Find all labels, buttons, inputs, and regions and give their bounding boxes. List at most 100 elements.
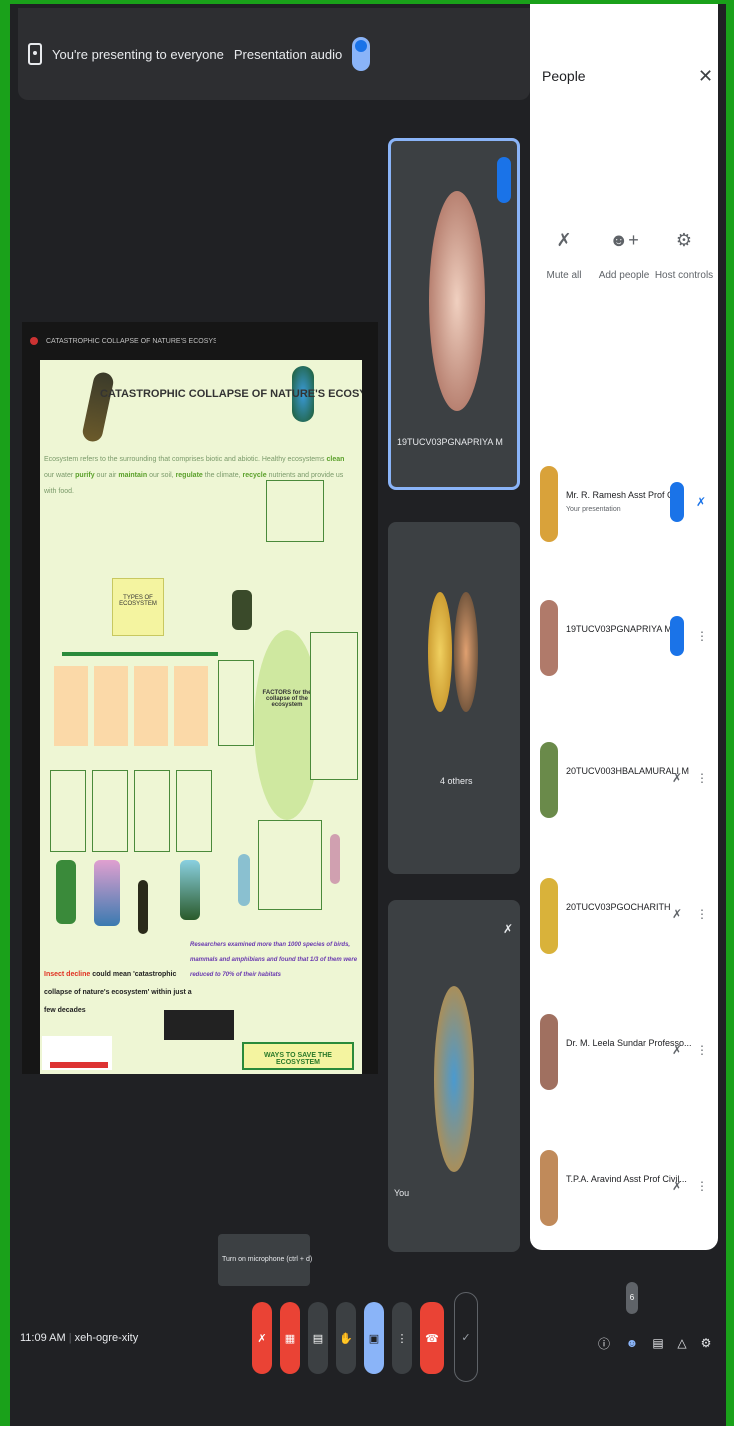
insect-decline-highlight: Insect decline	[44, 971, 91, 978]
mic-off-icon: ✗	[671, 907, 683, 921]
participant-row[interactable]: 20TUCV003HBALAMURALI M ✗ ⋮	[530, 712, 718, 842]
pin-icon[interactable]: ✗	[696, 480, 706, 524]
microphone-button[interactable]: ✗	[252, 1302, 272, 1374]
microphone-tooltip: Turn on microphone (ctrl + d)	[218, 1234, 312, 1286]
avatar	[540, 600, 558, 676]
factor-image	[330, 834, 340, 884]
ecosystem-type-box	[94, 666, 128, 746]
reactions-button[interactable]: ✓	[454, 1292, 478, 1382]
factor-note-box	[258, 820, 322, 910]
presentation-audio-label: Presentation audio	[233, 46, 343, 62]
add-people-button[interactable]: ☻+ Add people	[594, 210, 654, 281]
ways-to-save-banner: WAYS TO SAVE THE ECOSYSTEM	[242, 1042, 354, 1070]
meeting-details-icon[interactable]: ⓘ	[596, 1322, 612, 1364]
raise-hand-button[interactable]: ✋	[336, 1302, 356, 1374]
host-controls-button[interactable]: ⚙ Host controls	[654, 210, 714, 281]
participant-name: Mr. R. Ramesh Asst Prof Ci...	[566, 490, 684, 500]
forest-image	[56, 860, 76, 924]
participant-tile-others[interactable]: 4 others	[388, 522, 520, 874]
more-options-button[interactable]: ⋮	[392, 1302, 412, 1374]
presenting-banner: You're presenting to everyone Presentati…	[18, 8, 530, 100]
more-options-icon[interactable]: ⋮	[696, 1028, 708, 1072]
connector-line	[62, 652, 218, 656]
more-options-icon[interactable]: ⋮	[696, 892, 708, 936]
intro-text: our air	[96, 472, 117, 479]
participant-tile-active[interactable]: 19TUCV03PGNAPRIYA M	[388, 138, 520, 490]
tile-name: 19TUCV03PGNAPRIYA M	[397, 437, 503, 447]
action-label: Mute all	[546, 270, 582, 281]
ecosystem-desc-box	[176, 770, 212, 852]
mute-all-button[interactable]: ✗ Mute all	[534, 210, 594, 281]
keyword-purify: purify	[75, 472, 95, 479]
participant-tile-self[interactable]: ✗ You	[388, 900, 520, 1252]
speaking-indicator-icon	[497, 157, 511, 203]
tile-name: You	[394, 1188, 410, 1198]
avatar	[540, 466, 558, 542]
avatar	[428, 592, 452, 712]
keyword-clean: clean	[326, 456, 345, 463]
participant-row[interactable]: Mr. R. Ramesh Asst Prof Ci... Your prese…	[530, 436, 718, 566]
people-count-badge: 6	[626, 1282, 638, 1314]
meeting-time: 11:09 AM	[20, 1332, 66, 1344]
action-label: Add people	[598, 270, 650, 281]
ecosystem-type-box	[54, 666, 88, 746]
present-screen-icon	[28, 43, 42, 65]
camera-button[interactable]: ▦	[280, 1302, 300, 1374]
participant-row[interactable]: 20TUCV03PGOCHARITH ✗ ⋮	[530, 848, 718, 978]
lake-image	[94, 860, 120, 926]
participant-row[interactable]: 19TUCV03PGNAPRIYA M ⋮	[530, 570, 718, 700]
meeting-info: 11:09 AM | xeh-ogre-xity	[20, 1332, 138, 1344]
ecosystem-type-box	[174, 666, 208, 746]
factor-note-box	[218, 660, 254, 746]
more-options-icon[interactable]: ⋮	[696, 756, 708, 800]
people-panel: People ✕ ✗ Mute all ☻+ Add people ⚙ Host…	[530, 4, 718, 1250]
mic-off-icon: ✗	[671, 1043, 683, 1057]
factor-image	[238, 854, 250, 906]
ecosystem-desc-box	[92, 770, 128, 852]
keyword-maintain: maintain	[118, 472, 148, 479]
ocean-image	[180, 860, 200, 920]
mic-off-icon: ✗	[671, 1179, 683, 1193]
participant-row[interactable]: Dr. M. Leela Sundar Professo... ✗ ⋮	[530, 984, 718, 1114]
participant-row[interactable]: T.P.A. Aravind Asst Prof Civil... ✗ ⋮	[530, 1120, 718, 1250]
more-options-icon[interactable]: ⋮	[696, 1164, 708, 1208]
avatar	[454, 592, 478, 712]
avatar	[540, 1150, 558, 1226]
more-options-icon[interactable]: ⋮	[696, 614, 708, 658]
activities-icon[interactable]: △	[674, 1322, 690, 1364]
mic-off-icon: ✗	[556, 230, 572, 250]
participant-name: T.P.A. Aravind Asst Prof Civil...	[566, 1174, 687, 1184]
action-label: Host controls	[654, 270, 714, 281]
presentation-audio-toggle[interactable]	[352, 37, 371, 71]
participant-name: 19TUCV03PGNAPRIYA M	[566, 624, 672, 634]
shared-screen: CATASTROPHIC COLLAPSE OF NATURE'S ECOSYS…	[22, 322, 378, 1074]
avatar	[429, 191, 485, 411]
leave-call-button[interactable]: ☎	[420, 1302, 444, 1374]
presentation-slide: CATASTROPHIC COLLAPSE OF NATURE'S ECOSYS…	[40, 360, 362, 1074]
ecosystem-desc-box	[134, 770, 170, 852]
slide-toolbar-overlay[interactable]	[164, 1010, 234, 1040]
types-of-ecosystem-box: TYPES OF ECOSYSTEM	[112, 578, 164, 636]
avatar	[540, 1014, 558, 1090]
mic-off-icon: ✗	[502, 922, 514, 936]
people-icon[interactable]: ☻	[624, 1322, 640, 1364]
add-person-icon: ☻+	[609, 230, 639, 250]
insect-image	[80, 370, 116, 444]
tile-name: 4 others	[440, 776, 473, 786]
speaking-indicator-icon	[670, 616, 684, 656]
close-icon[interactable]: ✕	[698, 66, 713, 87]
recording-dot-icon	[30, 337, 38, 345]
captions-button[interactable]: ▤	[308, 1302, 328, 1374]
intro-text: the climate,	[204, 472, 241, 479]
present-now-button[interactable]: ▣	[364, 1302, 384, 1374]
people-panel-title: People	[542, 68, 586, 84]
participant-name: 20TUCV03PGOCHARITH	[566, 902, 671, 912]
research-text: Researchers examined more than 1000 spec…	[190, 942, 358, 978]
grass-image	[138, 880, 148, 934]
avatar	[540, 878, 558, 954]
host-controls-icon[interactable]: ⚙	[698, 1322, 714, 1364]
chat-icon[interactable]: ▤	[650, 1322, 666, 1364]
participant-subtitle: Your presentation	[566, 506, 621, 513]
shared-screen-tabbar: CATASTROPHIC COLLAPSE OF NATURE'S ECOSYS…	[22, 322, 378, 360]
keyword-regulate: regulate	[175, 472, 203, 479]
